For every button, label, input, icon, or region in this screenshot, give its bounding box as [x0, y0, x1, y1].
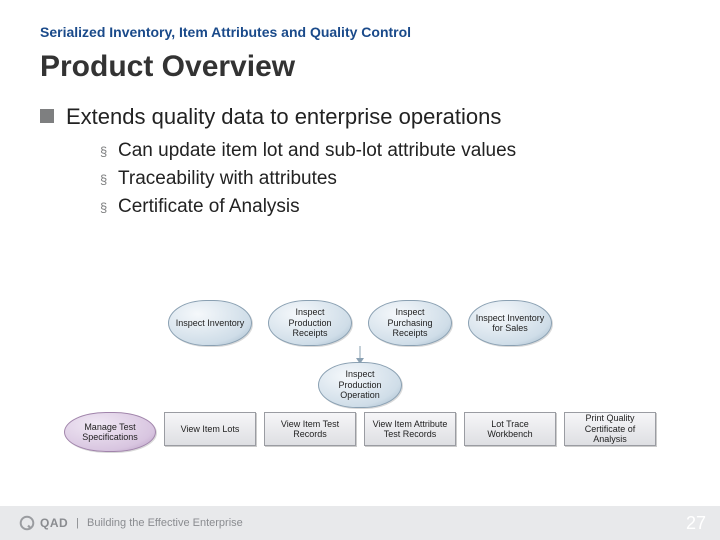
square-bullet-icon	[40, 109, 54, 123]
slide-footer: QAD | Building the Effective Enterprise …	[0, 506, 720, 540]
bullet-text: Traceability with attributes	[118, 168, 337, 190]
section-bullet-icon: §	[100, 196, 118, 220]
diagram-node: Inspect Production Receipts	[268, 300, 352, 346]
page-number: 27	[686, 513, 706, 534]
sub-bullet-list: § Can update item lot and sub-lot attrib…	[100, 140, 680, 220]
footer-tagline: Building the Effective Enterprise	[87, 517, 243, 529]
process-diagram: Inspect Inventory Inspect Production Rec…	[0, 300, 720, 452]
diagram-row-2: Inspect Production Operation	[0, 356, 720, 412]
footer-separator: |	[76, 517, 79, 529]
bullet-level2: § Can update item lot and sub-lot attrib…	[100, 140, 680, 164]
diagram-box: View Item Attribute Test Records	[364, 412, 456, 446]
diagram-box: View Item Test Records	[264, 412, 356, 446]
bullet-text: Can update item lot and sub-lot attribut…	[118, 140, 516, 162]
bullet-text: Certificate of Analysis	[118, 196, 300, 218]
bullet-level1: Extends quality data to enterprise opera…	[40, 104, 680, 130]
diagram-box: View Item Lots	[164, 412, 256, 446]
brand-name: QAD	[40, 516, 68, 530]
section-bullet-icon: §	[100, 168, 118, 192]
diagram-box: Lot Trace Workbench	[464, 412, 556, 446]
bullet-level2: § Traceability with attributes	[100, 168, 680, 192]
section-bullet-icon: §	[100, 140, 118, 164]
diagram-row-1: Inspect Inventory Inspect Production Rec…	[0, 300, 720, 346]
bullet-text: Extends quality data to enterprise opera…	[66, 104, 501, 130]
eyebrow-text: Serialized Inventory, Item Attributes an…	[40, 24, 680, 40]
diagram-box: Print Quality Certificate of Analysis	[564, 412, 656, 446]
slide-title: Product Overview	[40, 50, 680, 84]
slide: Serialized Inventory, Item Attributes an…	[0, 0, 720, 540]
diagram-node: Inspect Inventory for Sales	[468, 300, 552, 346]
diagram-node-highlight: Manage Test Specifications	[64, 412, 156, 452]
bullet-level2: § Certificate of Analysis	[100, 196, 680, 220]
diagram-node: Inspect Production Operation	[318, 362, 402, 408]
diagram-node: Inspect Purchasing Receipts	[368, 300, 452, 346]
diagram-node: Inspect Inventory	[168, 300, 252, 346]
brand-logo: QAD	[18, 514, 68, 532]
qad-logo-icon	[18, 514, 36, 532]
diagram-row-3: Manage Test Specifications View Item Lot…	[0, 412, 720, 452]
